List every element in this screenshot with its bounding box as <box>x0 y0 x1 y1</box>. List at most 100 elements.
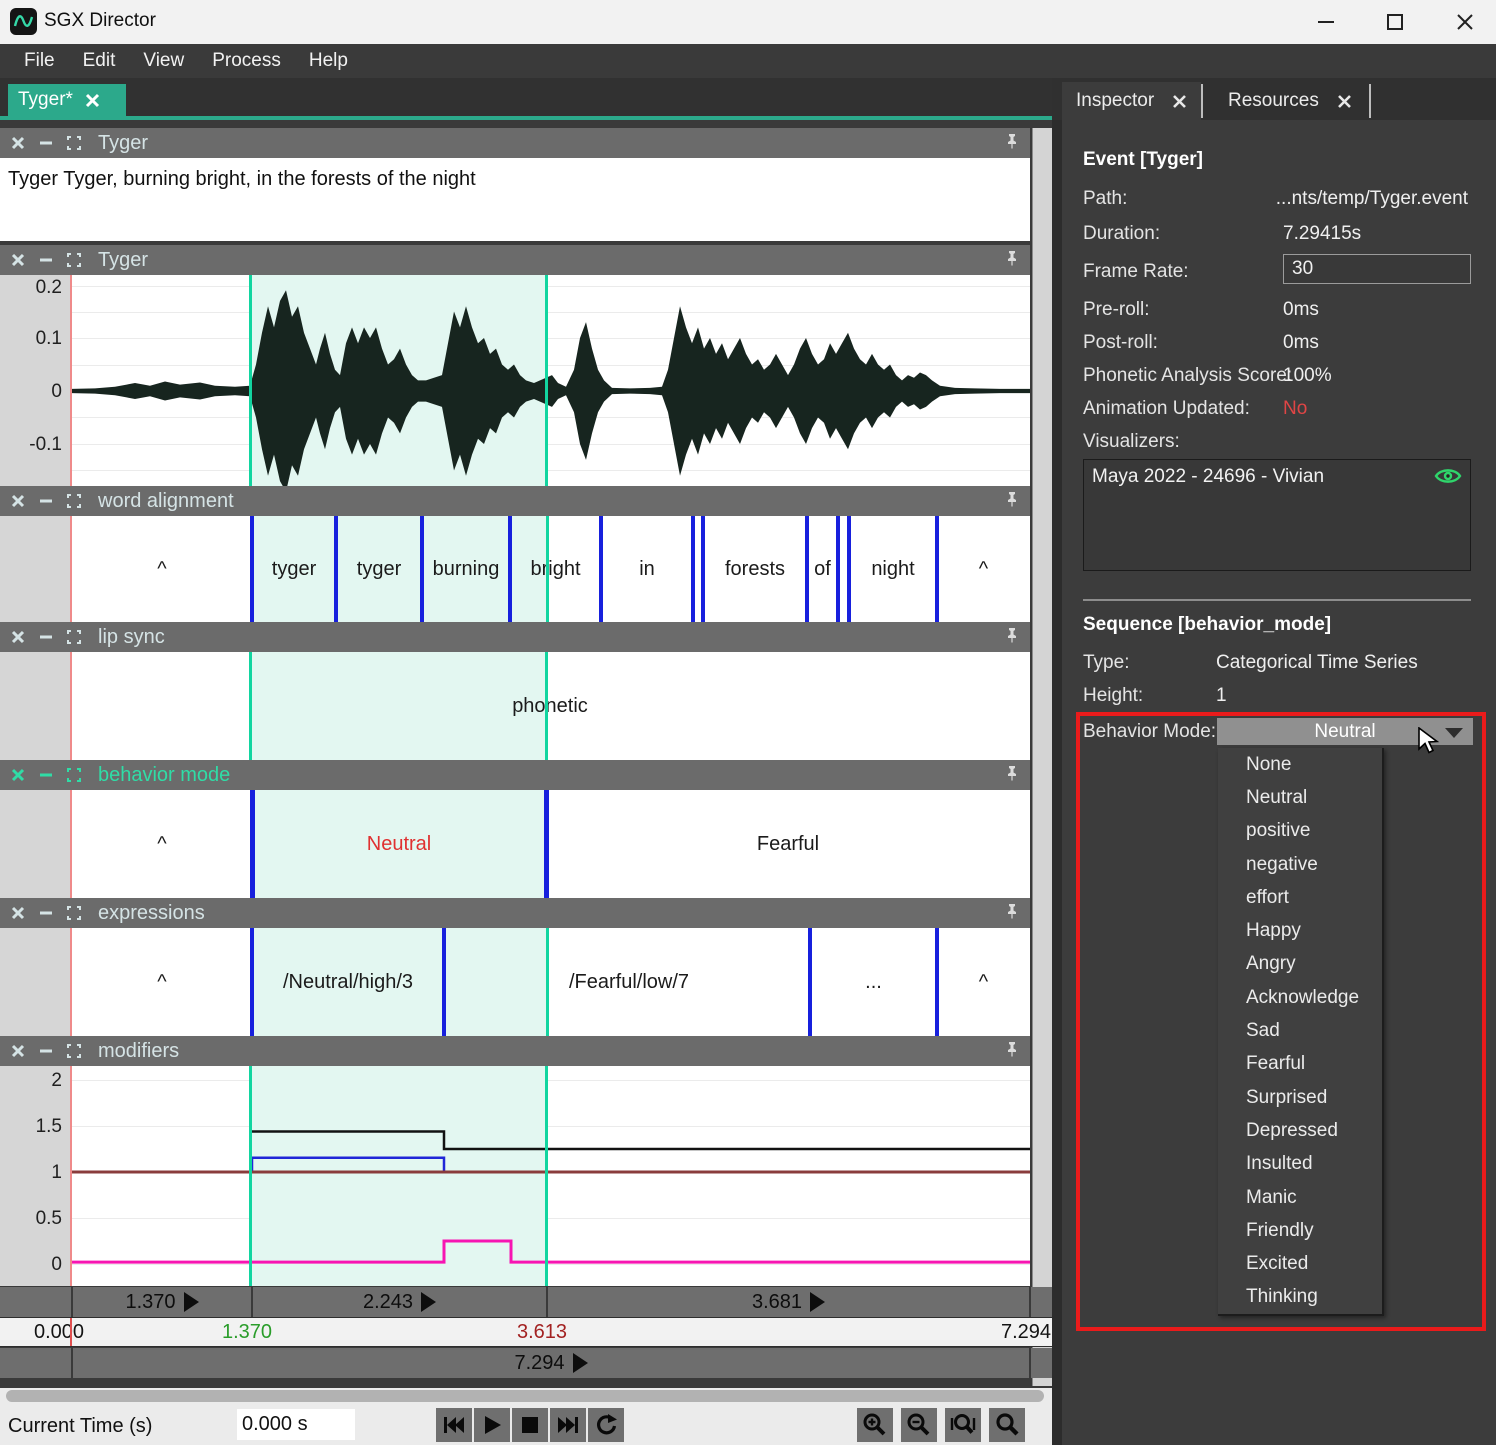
word-cell[interactable]: forests <box>703 516 807 622</box>
pin-icon[interactable] <box>1004 250 1020 271</box>
segment-boundary-line[interactable] <box>442 928 446 1036</box>
minimize-track-icon[interactable] <box>38 493 54 509</box>
expression-cell[interactable]: ^ <box>72 928 252 1036</box>
word-cell[interactable]: tyger <box>336 516 422 622</box>
selection-start-line[interactable] <box>249 652 252 760</box>
segment-boundary-line[interactable] <box>250 928 254 1036</box>
expand-track-icon[interactable] <box>66 1043 82 1059</box>
menu-help[interactable]: Help <box>295 44 362 78</box>
menu-edit[interactable]: Edit <box>69 44 130 78</box>
zoom-fit-button[interactable] <box>945 1408 981 1442</box>
expression-cell[interactable]: /Fearful/low/7 <box>547 928 711 1036</box>
zoom-selection-button[interactable] <box>989 1408 1025 1442</box>
pin-icon[interactable] <box>1004 627 1020 648</box>
total-duration-bar[interactable]: 7.294 <box>0 1348 1052 1378</box>
expression-cell[interactable]: ... <box>810 928 937 1036</box>
modifiers-content[interactable]: 2 1.5 1 0.5 0 <box>0 1066 1030 1286</box>
word-boundary-line[interactable] <box>420 516 424 622</box>
dropdown-item-happy[interactable]: Happy <box>1218 914 1382 947</box>
expressions-content[interactable]: ^ /Neutral/high/3 /Fearful/low/7 ... ^ <box>0 928 1030 1036</box>
expand-track-icon[interactable] <box>66 493 82 509</box>
dropdown-item-excited[interactable]: Excited <box>1218 1247 1382 1280</box>
selection-end-line[interactable] <box>546 516 549 622</box>
frame-rate-input[interactable]: 30 <box>1283 254 1471 284</box>
segment-duration[interactable]: 1.370 <box>72 1287 252 1317</box>
behavior-mode-combobox[interactable]: Neutral <box>1217 718 1473 745</box>
word-boundary-line[interactable] <box>935 516 939 622</box>
pin-icon[interactable] <box>1004 903 1020 924</box>
minimize-window-button[interactable] <box>1295 0 1357 44</box>
skip-to-start-button[interactable] <box>436 1408 472 1442</box>
dropdown-item-neutral[interactable]: Neutral <box>1218 781 1382 814</box>
word-boundary-line[interactable] <box>508 516 512 622</box>
close-track-icon[interactable] <box>10 1043 26 1059</box>
dropdown-item-effort[interactable]: effort <box>1218 881 1382 914</box>
word-boundary-line[interactable] <box>836 516 840 622</box>
word-cell[interactable]: in <box>601 516 693 622</box>
pin-icon[interactable] <box>1004 133 1020 154</box>
phonetic-segment-label[interactable]: phonetic <box>480 652 620 760</box>
word-boundary-line[interactable] <box>691 516 695 622</box>
selection-end-line[interactable] <box>545 275 548 488</box>
current-time-input[interactable]: 0.000 s <box>237 1409 355 1440</box>
behavior-cell[interactable]: ^ <box>72 790 252 898</box>
word-boundary-line[interactable] <box>701 516 705 622</box>
selection-end-line[interactable] <box>545 1066 548 1286</box>
vertical-scrollbar[interactable] <box>1032 128 1052 1386</box>
dropdown-item-negative[interactable]: negative <box>1218 848 1382 881</box>
word-boundary-line[interactable] <box>805 516 809 622</box>
minimize-track-icon[interactable] <box>38 1043 54 1059</box>
pin-icon[interactable] <box>1004 491 1020 512</box>
dropdown-item-fearful[interactable]: Fearful <box>1218 1048 1382 1081</box>
dropdown-item-insulted[interactable]: Insulted <box>1218 1148 1382 1181</box>
close-track-icon[interactable] <box>10 905 26 921</box>
play-segment-icon[interactable] <box>184 1292 199 1312</box>
tab-tyger[interactable]: Tyger* <box>8 84 126 116</box>
expression-cell[interactable]: ^ <box>937 928 1030 1036</box>
word-cell[interactable]: bright <box>510 516 601 622</box>
dropdown-item-none[interactable]: None <box>1218 748 1382 781</box>
dropdown-item-surprised[interactable]: Surprised <box>1218 1081 1382 1114</box>
zoom-in-button[interactable] <box>857 1408 893 1442</box>
panel-divider[interactable] <box>1052 120 1062 1445</box>
horizontal-scrollbar-thumb[interactable] <box>6 1390 1044 1402</box>
pin-icon[interactable] <box>1004 765 1020 786</box>
play-all-icon[interactable] <box>573 1353 588 1373</box>
expand-track-icon[interactable] <box>66 629 82 645</box>
visibility-eye-icon[interactable] <box>1434 465 1462 487</box>
selection-start-line[interactable] <box>249 275 252 488</box>
dropdown-item-angry[interactable]: Angry <box>1218 948 1382 981</box>
lip-sync-content[interactable]: phonetic <box>0 652 1030 760</box>
stop-button[interactable] <box>512 1408 548 1442</box>
pin-icon[interactable] <box>1004 1041 1020 1062</box>
word-cell[interactable]: night <box>849 516 937 622</box>
selection-start-line[interactable] <box>249 1066 252 1286</box>
visualizers-list[interactable]: Maya 2022 - 24696 - Vivian <box>1083 459 1471 571</box>
segment-boundary-line[interactable] <box>250 790 255 898</box>
tab-close-icon[interactable] <box>85 93 100 108</box>
menu-view[interactable]: View <box>129 44 198 78</box>
close-track-icon[interactable] <box>10 767 26 783</box>
resources-tab-close-icon[interactable] <box>1337 94 1352 109</box>
minimize-track-icon[interactable] <box>38 135 54 151</box>
dropdown-item-sad[interactable]: Sad <box>1218 1014 1382 1047</box>
dropdown-item-manic[interactable]: Manic <box>1218 1181 1382 1214</box>
word-boundary-line[interactable] <box>334 516 338 622</box>
play-segment-icon[interactable] <box>810 1292 825 1312</box>
close-window-button[interactable] <box>1434 0 1496 44</box>
selection-end-line[interactable] <box>545 652 548 760</box>
minimize-track-icon[interactable] <box>38 629 54 645</box>
word-cell[interactable]: burning <box>422 516 510 622</box>
close-track-icon[interactable] <box>10 252 26 268</box>
segment-duration[interactable]: 3.681 <box>547 1287 1030 1317</box>
word-cell[interactable]: ^ <box>937 516 1030 622</box>
behavior-cell[interactable]: Fearful <box>546 790 1030 898</box>
dropdown-item-depressed[interactable]: Depressed <box>1218 1114 1382 1147</box>
inspector-tab-close-icon[interactable] <box>1172 94 1187 109</box>
close-track-icon[interactable] <box>10 629 26 645</box>
dropdown-item-positive[interactable]: positive <box>1218 815 1382 848</box>
behavior-cell-selected[interactable]: Neutral <box>252 790 546 898</box>
segment-duration-bar[interactable]: 1.370 2.243 3.681 <box>0 1287 1052 1317</box>
segment-boundary-line[interactable] <box>935 928 939 1036</box>
word-cell[interactable]: ^ <box>72 516 252 622</box>
